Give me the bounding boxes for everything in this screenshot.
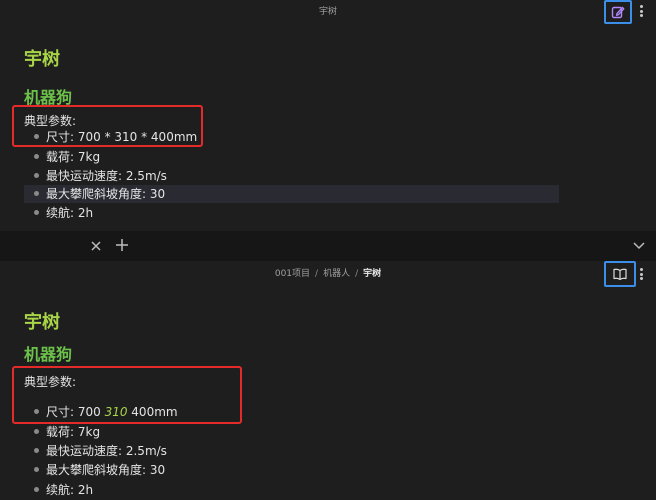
more-options-button[interactable] [636,266,646,282]
edit-mode-button[interactable] [604,0,632,24]
chevron-down-icon[interactable] [632,240,646,252]
more-options-button[interactable] [636,3,646,19]
tab-bar [0,231,656,261]
note-title: 宇树 [318,7,337,17]
bullet-icon [34,448,39,453]
editor-pane-top: 宇树 宇树 机器狗 典型参数: 尺寸: 700 * 310 * 400mm 载荷… [0,0,656,231]
heading-1: 宇树 [24,49,60,70]
bullet-icon [34,154,39,159]
plus-icon[interactable] [114,237,130,253]
bullet-icon [34,191,39,196]
pencil-square-icon [611,6,625,19]
vertical-dots-icon [639,5,643,8]
list-item: 载荷: 7kg [34,148,100,166]
heading-1: 宇树 [24,312,60,333]
list-item: 最大攀爬斜坡角度: 30 [34,185,165,203]
reading-mode-button[interactable] [604,261,636,287]
list-item: 续航: 2h [34,204,93,222]
bullet-icon [34,487,39,492]
open-book-icon [613,268,627,280]
bullet-icon [34,210,39,215]
breadcrumb-item[interactable]: 001项目 [275,269,310,279]
list-item: 最快运动速度: 2.5m/s [34,442,167,460]
bullet-icon [34,467,39,472]
editor-pane-bottom: 001项目 / 机器人 / 宇树 宇树 机器狗 典型参数: 尺寸: 700 310 40… [0,231,656,500]
highlight-box [12,105,203,147]
list-item: 续航: 2h [34,481,93,499]
heading-2: 机器狗 [24,345,73,364]
breadcrumb: 001项目 / 机器人 / 宇树 [274,269,382,279]
breadcrumb-item[interactable]: 机器人 [323,269,350,279]
vertical-dots-icon [639,268,643,271]
bullet-icon [34,429,39,434]
close-icon[interactable] [88,238,104,254]
bullet-icon [34,173,39,178]
list-item: 载荷: 7kg [34,423,100,441]
highlight-box [12,366,242,424]
list-item: 最快运动速度: 2.5m/s [34,167,167,185]
breadcrumb-current: 宇树 [363,269,382,279]
list-item: 最大攀爬斜坡角度: 30 [34,461,165,479]
